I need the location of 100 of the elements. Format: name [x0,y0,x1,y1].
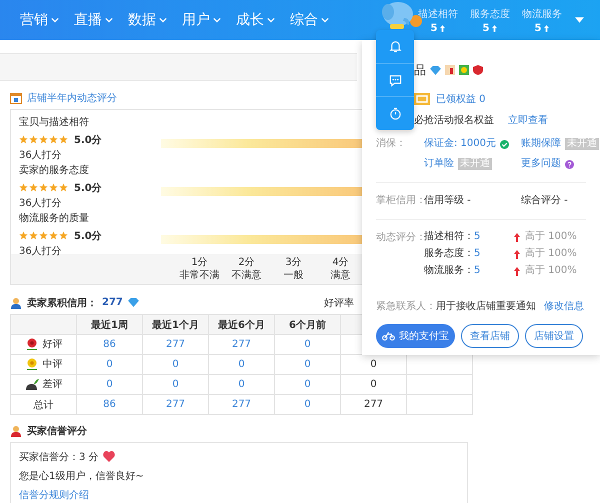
chat-icon[interactable] [388,74,402,86]
table-cell: 0 [172,359,179,370]
section-title: 买家信誉评分 [27,424,87,438]
dynamic-score-label: 服务态度： [424,248,474,259]
nav-menu-item[interactable]: 数据 [128,11,167,29]
flower-icon [24,358,38,370]
wilted-plant-icon [24,378,38,390]
chevron-down-icon [105,17,113,23]
protection-link[interactable]: 账期保障 [521,136,561,152]
table-cell: 0 [172,379,179,390]
table-cell: 0 [304,399,311,410]
table-cell: 0 [304,359,311,370]
view-now-link[interactable]: 立即查看 [508,113,548,127]
panel-button[interactable]: 我的支付宝 [376,324,455,348]
benefits-text: 已领权益 0 [436,92,486,106]
timer-icon[interactable] [388,107,402,120]
protection-link[interactable]: 订单险 [424,156,454,172]
column-header: 最近1周 [76,314,142,334]
table-cell: 277 [166,339,186,350]
comparison-text: 高于 100% [525,264,577,278]
shop-name: 品 [414,62,426,78]
dynamic-score-value: 5 [474,265,480,276]
scale-score: 1分 [191,256,208,269]
badge-icon [445,65,455,75]
up-arrow-icon [544,24,550,32]
help-icon[interactable] [565,160,574,168]
score-value: 5 [534,22,542,34]
diamond-icon [430,66,441,74]
score-value: 5 [430,22,438,34]
column-header: 最近6个月 [208,314,274,334]
chevron-down-icon [267,17,275,23]
flower-icon [24,338,38,350]
table-cell: 0 [304,379,311,390]
nav-menu-item[interactable]: 营销 [20,11,59,29]
table-cell: 277 [232,399,252,410]
dynamic-score-value: 5 [474,248,480,259]
edit-info-link[interactable]: 修改信息 [544,299,584,313]
chevron-down-icon [321,17,329,23]
diamond-icon [128,298,139,307]
comparison-text: 高于 100% [525,230,577,244]
table-cell: 0 [238,379,245,390]
badge-icon [459,65,469,75]
promo-text: 必抢活动报名权益 [414,114,494,127]
row-label: 好评 [42,338,62,350]
scale-label: 满意 [330,269,350,282]
credit-value: 277 [102,297,123,308]
table-cell: 86 [103,399,116,410]
table-cell: 0 [106,379,113,390]
calendar-icon [10,92,22,104]
bell-icon[interactable] [388,40,402,53]
dynamic-score-label: 描述相符： [424,231,474,242]
nav-menu-item[interactable]: 用户 [182,11,221,29]
score-label: 物流服务 [522,8,562,20]
table-cell: 0 [238,359,245,370]
rules-link[interactable]: 信誉分规则介绍 [19,488,89,502]
table-cell: 0 [106,359,113,370]
row-label: 中评 [42,358,62,370]
protection-link[interactable]: 更多问题 [521,156,561,172]
up-arrow-icon [492,24,498,32]
bicycle-icon [382,331,395,341]
panel-button[interactable]: 店铺设置 [525,324,583,348]
rating-score: 5.0分 [74,134,102,146]
score-label: 服务态度 [470,8,510,20]
check-icon [500,140,509,148]
section-title: 卖家累积信用： [27,296,97,310]
scale-label: 非常不满 [180,269,220,282]
scale-label: 一般 [284,269,304,282]
nav-menu-item[interactable]: 综合 [290,11,329,29]
protection-link[interactable]: 保证金: 1000元 [424,136,496,152]
rating-label: 宝贝与描述相符 [19,116,90,130]
caret-icon[interactable] [575,17,584,23]
buyer-message: 您是心1级用户，信誉良好~ [19,470,145,484]
rate-label: 好评率 [324,296,354,310]
field-label: 消保： [376,136,407,151]
panel-button[interactable]: 查看店铺 [461,324,519,348]
table-cell: 277 [166,399,186,410]
person-icon [10,424,22,436]
contact-text: 用于接收店铺重要通知 [436,300,536,313]
heart-icon [102,451,115,462]
field-label: 紧急联系人： [376,300,436,313]
rating-score: 5.0分 [74,230,102,242]
shield-icon [473,65,483,75]
table-cell: 0 [370,359,377,370]
credit-info: 信用等级 - [424,194,472,208]
row-label: 总计 [34,398,54,412]
rating-label: 物流服务的质量 [19,212,90,226]
chevron-down-icon [213,17,221,23]
nav-menu-item[interactable]: 直播 [74,11,113,29]
table-cell: 0 [370,379,377,390]
scale-label: 不满意 [232,269,262,282]
row-label: 差评 [42,378,62,390]
dynamic-score-label: 物流服务： [424,265,474,276]
column-header: 最近1个月 [142,314,208,334]
comparison-text: 高于 100% [525,247,577,261]
rating-count: 36人打分 [19,148,63,163]
rating-count: 36人打分 [19,244,63,259]
scale-score: 3分 [285,256,302,269]
scale-score: 2分 [238,256,255,269]
level-badge-icon [414,93,430,105]
nav-menu-item[interactable]: 成长 [236,11,275,29]
